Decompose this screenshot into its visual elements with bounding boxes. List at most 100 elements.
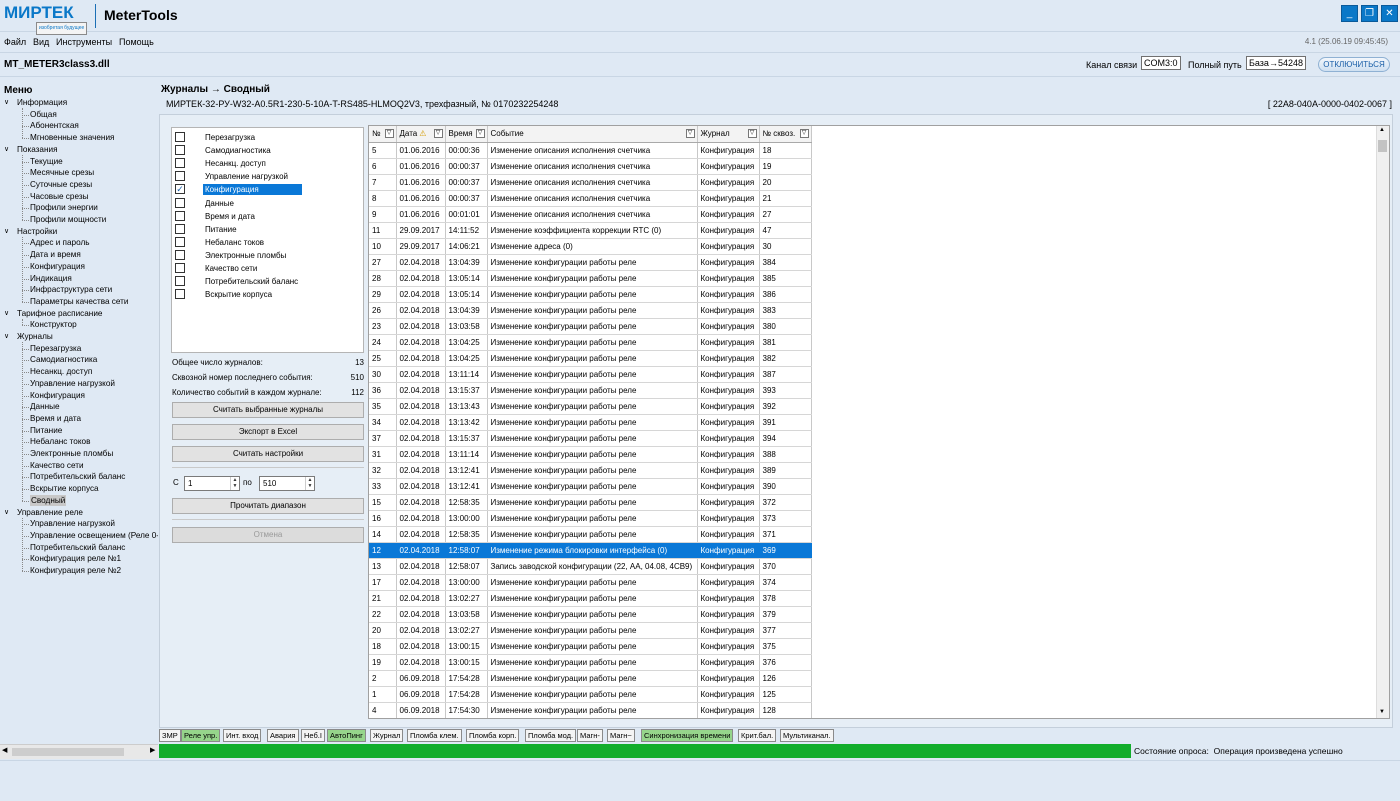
filter-icon[interactable]: ▽: [685, 129, 695, 138]
table-row[interactable]: 36 02.04.2018 13:15:37 Изменение конфигурац…: [369, 382, 812, 399]
tree-leaf[interactable]: Небаланс токов: [30, 436, 90, 447]
tree-node[interactable]: Управление реле: [17, 507, 83, 518]
journal-checkbox-item[interactable]: Время и дата: [175, 210, 303, 223]
tree-leaf[interactable]: Месячные срезы: [30, 167, 94, 178]
filter-icon[interactable]: ▽: [475, 129, 485, 138]
table-row[interactable]: 6 01.06.2016 00:00:37 Изменение описания ис…: [369, 158, 812, 175]
table-row[interactable]: 22 02.04.2018 13:03:58 Изменение конфигурац…: [369, 606, 812, 623]
stepper-arrows-icon[interactable]: ▲ ▼: [230, 477, 239, 490]
table-row[interactable]: 37 02.04.2018 13:15:37 Изменение конфигурац…: [369, 430, 812, 447]
table-row[interactable]: 30 02.04.2018 13:11:14 Изменение конфигурац…: [369, 366, 812, 383]
checkbox-icon[interactable]: [175, 276, 185, 287]
tree-expander-icon[interactable]: ∨: [4, 97, 9, 108]
table-row[interactable]: 34 02.04.2018 13:13:42 Изменение конфигурац…: [369, 414, 812, 431]
table-row[interactable]: 5 01.06.2016 00:00:36 Изменение описания ис…: [369, 142, 812, 159]
table-vscrollbar[interactable]: [1376, 126, 1389, 718]
tree-leaf[interactable]: Адрес и пароль: [30, 237, 90, 248]
table-row[interactable]: 14 02.04.2018 12:58:35 Изменение конфигурац…: [369, 526, 812, 543]
journal-checkbox-item[interactable]: Управление нагрузкой: [175, 171, 303, 183]
tree-leaf[interactable]: Управление нагрузкой: [30, 518, 115, 529]
stepper-arrows-icon[interactable]: ▲ ▼: [305, 477, 314, 490]
tree-leaf[interactable]: Время и дата: [30, 413, 81, 424]
journal-checklist[interactable]: Перезагрузка Самодиагностика Несанкц. дост…: [171, 127, 364, 353]
checkbox-icon[interactable]: [175, 197, 185, 208]
table-row[interactable]: 24 02.04.2018 13:04:25 Изменение конфигурац…: [369, 334, 812, 351]
table-row[interactable]: 26 02.04.2018 13:04:39 Изменение конфигурац…: [369, 302, 812, 319]
tree-leaf[interactable]: Управление нагрузкой: [30, 378, 115, 389]
tree-leaf[interactable]: Конструктор: [30, 319, 77, 330]
tree-leaf[interactable]: Инфраструктура сети: [30, 284, 112, 295]
minimize-button[interactable]: _: [1341, 5, 1358, 22]
events-table[interactable]: № ▽ Дата ⚠ ▽ Время ▽ Событие ▽ Журнал ▽ № сквоз. ▽ 5…: [368, 125, 1390, 719]
tree-leaf[interactable]: Часовые срезы: [30, 191, 88, 202]
table-row[interactable]: 4 06.09.2018 17:54:30 Изменение конфигураци…: [369, 702, 812, 718]
range-to-stepper[interactable]: 510 ▲ ▼: [259, 476, 315, 491]
tree-expander-icon[interactable]: ∨: [4, 308, 9, 319]
tree-leaf[interactable]: Перезагрузка: [30, 343, 81, 354]
tree-node[interactable]: Журналы: [17, 331, 53, 342]
column-header[interactable]: № сквоз. ▽: [759, 126, 812, 143]
disconnect-button[interactable]: ОТКЛЮЧИТЬСЯ: [1318, 57, 1390, 72]
tree-leaf[interactable]: Потребительский баланс: [30, 471, 125, 482]
tree-leaf[interactable]: Потребительский баланс: [30, 542, 125, 553]
tree-node[interactable]: Тарифное расписание: [17, 308, 102, 319]
table-row[interactable]: 17 02.04.2018 13:00:00 Изменение конфигурац…: [369, 574, 812, 591]
tree-node[interactable]: Настройки: [17, 226, 57, 237]
scroll-left-icon[interactable]: ◀: [2, 746, 7, 754]
table-row[interactable]: 35 02.04.2018 13:13:43 Изменение конфигурац…: [369, 398, 812, 415]
table-row[interactable]: 32 02.04.2018 13:12:41 Изменение конфигурац…: [369, 462, 812, 479]
tree-leaf[interactable]: Общая: [30, 109, 57, 120]
table-row[interactable]: 12 02.04.2018 12:58:07 Изменение режима бло…: [369, 542, 812, 559]
tree-node[interactable]: Информация: [17, 97, 67, 108]
tree-leaf[interactable]: Текущие: [30, 156, 63, 167]
table-row[interactable]: 1 06.09.2018 17:54:28 Изменение конфигураци…: [369, 686, 812, 703]
table-row[interactable]: 10 29.09.2017 14:06:21 Изменение адреса (0)…: [369, 238, 812, 255]
tree-expander-icon[interactable]: ∨: [4, 331, 9, 342]
tree-leaf[interactable]: Качество сети: [30, 460, 84, 471]
table-row[interactable]: 2 06.09.2018 17:54:28 Изменение конфигураци…: [369, 670, 812, 687]
column-header[interactable]: № ▽: [369, 126, 397, 143]
menu-file[interactable]: Файл: [4, 37, 26, 47]
journal-checkbox-item[interactable]: Качество сети: [175, 263, 303, 275]
checkbox-checked-icon[interactable]: ✓: [175, 184, 185, 195]
scroll-right-icon[interactable]: ▶: [150, 746, 155, 754]
tree-leaf[interactable]: Мгновенные значения: [30, 132, 114, 143]
tree-expander-icon[interactable]: ∨: [4, 507, 9, 518]
tree-expander-icon[interactable]: ∨: [4, 226, 9, 237]
journal-checkbox-item[interactable]: Питание: [175, 223, 303, 236]
close-button[interactable]: ✕: [1381, 5, 1398, 22]
journal-checkbox-item[interactable]: Потребительский баланс: [175, 276, 303, 288]
journal-checkbox-item[interactable]: Несанкц. доступ: [175, 158, 303, 170]
journal-checkbox-item[interactable]: ✓ Конфигурация: [175, 184, 303, 196]
read-range-button[interactable]: Прочитать диапазон: [172, 498, 364, 514]
checkbox-icon[interactable]: [175, 236, 185, 247]
checkbox-icon[interactable]: [175, 145, 185, 156]
menu-help[interactable]: Помощь: [119, 37, 154, 47]
tree-leaf[interactable]: Управление освещением (Реле 0-4: [30, 530, 158, 541]
table-row[interactable]: 11 29.09.2017 14:11:52 Изменение коэффициен…: [369, 222, 812, 239]
table-row[interactable]: 31 02.04.2018 13:11:14 Изменение конфигурац…: [369, 446, 812, 463]
checkbox-icon[interactable]: [175, 132, 185, 142]
table-row[interactable]: 8 01.06.2016 00:00:37 Изменение описания ис…: [369, 190, 812, 207]
table-row[interactable]: 9 01.06.2016 00:01:01 Изменение описания ис…: [369, 206, 812, 223]
table-row[interactable]: 27 02.04.2018 13:04:39 Изменение конфигурац…: [369, 254, 812, 271]
journal-checkbox-item[interactable]: Перезагрузка: [175, 132, 303, 144]
table-row[interactable]: 16 02.04.2018 13:00:00 Изменение конфигурац…: [369, 510, 812, 527]
sidebar-hscroll-thumb[interactable]: [12, 748, 124, 756]
table-row[interactable]: 23 02.04.2018 13:03:58 Изменение конфигурац…: [369, 318, 812, 335]
journal-checkbox-item[interactable]: Самодиагностика: [175, 145, 303, 157]
checkbox-icon[interactable]: [175, 210, 185, 221]
column-header[interactable]: Журнал ▽: [697, 126, 760, 143]
tree-leaf[interactable]: Электронные пломбы: [30, 448, 113, 459]
scroll-down-icon[interactable]: ▼: [1379, 709, 1385, 715]
table-row[interactable]: 28 02.04.2018 13:05:14 Изменение конфигурац…: [369, 270, 812, 287]
read-settings-button[interactable]: Считать настройки: [172, 446, 364, 462]
filter-icon[interactable]: ▽: [799, 129, 809, 138]
filter-icon[interactable]: ▽: [384, 129, 394, 138]
table-vscroll-thumb[interactable]: [1378, 140, 1387, 152]
tree-leaf[interactable]: Самодиагностика: [30, 354, 97, 365]
tree-leaf[interactable]: Сводный: [30, 494, 67, 506]
filter-icon[interactable]: ▽: [433, 129, 443, 138]
column-header[interactable]: Дата ⚠ ▽: [396, 126, 446, 143]
tree-leaf[interactable]: Профили мощности: [30, 214, 106, 225]
